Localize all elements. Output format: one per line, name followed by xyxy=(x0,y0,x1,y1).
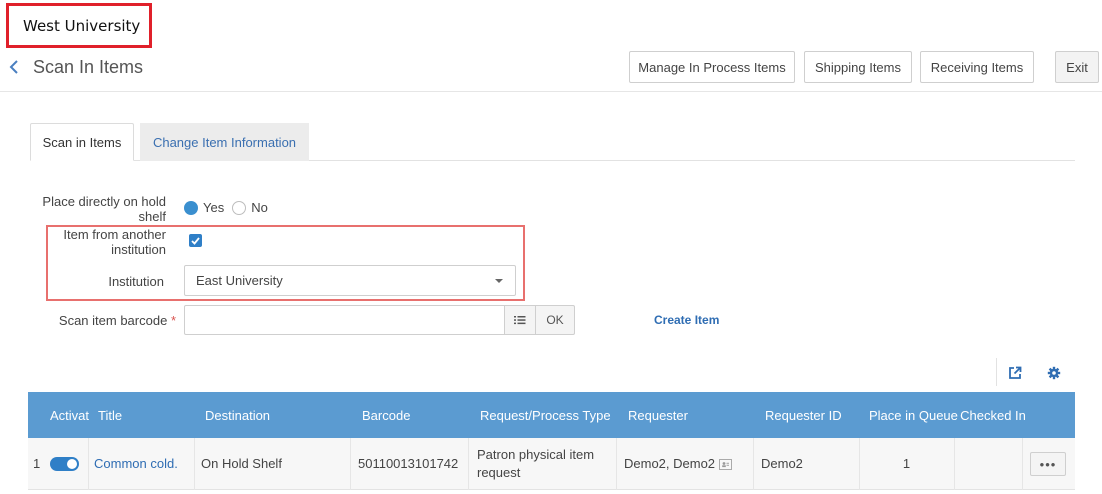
create-item-link[interactable]: Create Item xyxy=(654,313,719,327)
requester-name[interactable]: Demo2, Demo2 xyxy=(624,455,715,473)
institution-label: West University xyxy=(6,3,152,48)
contact-card-icon[interactable] xyxy=(719,458,733,470)
barcode-label-text: Scan item barcode xyxy=(58,313,168,328)
cell-divider xyxy=(1022,438,1023,490)
hold-shelf-no-label: No xyxy=(251,200,268,215)
column-header-requester[interactable]: Requester xyxy=(628,392,688,438)
table-row[interactable]: 1 Common cold. On Hold Shelf 50110013101… xyxy=(28,438,1075,490)
hold-shelf-label: Place directly on hold shelf xyxy=(42,194,166,224)
cell-divider xyxy=(468,438,469,490)
other-institution-label: Item from another institution xyxy=(63,227,166,257)
barcode-input[interactable] xyxy=(184,305,505,335)
other-institution-checkbox[interactable] xyxy=(189,234,202,247)
institution-select[interactable]: East University xyxy=(184,265,516,296)
row-actions-button[interactable]: ••• xyxy=(1030,452,1066,476)
exit-button[interactable]: Exit xyxy=(1055,51,1099,83)
shipping-items-button[interactable]: Shipping Items xyxy=(804,51,912,83)
checkmark-icon xyxy=(191,236,200,245)
institution-select-value: East University xyxy=(196,273,283,288)
back-arrow-icon[interactable] xyxy=(5,56,23,78)
requester-cell: Demo2, Demo2 xyxy=(624,438,733,490)
gear-icon[interactable] xyxy=(1044,363,1064,383)
toggle-knob xyxy=(67,459,77,469)
column-header-destination[interactable]: Destination xyxy=(205,392,270,438)
request-type-cell: Patron physical item request xyxy=(477,447,595,480)
required-mark: * xyxy=(170,313,176,328)
cell-divider xyxy=(616,438,617,490)
active-toggle[interactable] xyxy=(50,457,79,471)
table-header: Activat Title Destination Barcode Reques… xyxy=(28,392,1075,438)
ok-button[interactable]: OK xyxy=(535,305,575,335)
place-in-queue-cell: 1 xyxy=(902,456,911,471)
title-link[interactable]: Common cold. xyxy=(94,438,178,490)
column-header-checked-in[interactable]: Checked In xyxy=(960,392,1026,438)
hold-shelf-radio-group: Yes No xyxy=(184,200,276,215)
tab-change-item-information[interactable]: Change Item Information xyxy=(140,123,309,161)
receiving-items-button[interactable]: Receiving Items xyxy=(920,51,1034,83)
page-header: Scan In Items Manage In Process Items Sh… xyxy=(0,50,1102,92)
cell-divider xyxy=(350,438,351,490)
cell-divider xyxy=(194,438,195,490)
list-icon xyxy=(514,316,526,325)
cell-divider xyxy=(88,438,89,490)
barcode-cell: 50110013101742 xyxy=(358,456,459,471)
column-header-title[interactable]: Title xyxy=(98,392,122,438)
institution-field-label: Institution xyxy=(108,274,164,289)
requester-id-cell: Demo2 xyxy=(761,456,803,471)
page-title: Scan In Items xyxy=(33,57,144,77)
column-header-place-in-queue[interactable]: Place in Queue xyxy=(869,392,958,438)
hold-shelf-yes-label: Yes xyxy=(203,200,225,215)
export-icon[interactable] xyxy=(1005,363,1025,383)
destination-cell: On Hold Shelf xyxy=(201,456,282,471)
column-header-request-type[interactable]: Request/Process Type xyxy=(480,392,611,438)
column-header-barcode[interactable]: Barcode xyxy=(362,392,410,438)
barcode-label: Scan item barcode * xyxy=(40,313,176,328)
tab-scan-in-items[interactable]: Scan in Items xyxy=(30,123,134,161)
items-table: Activat Title Destination Barcode Reques… xyxy=(28,392,1075,490)
list-icon-button[interactable] xyxy=(504,305,536,335)
chevron-down-icon xyxy=(495,279,503,283)
column-header-requester-id[interactable]: Requester ID xyxy=(765,392,842,438)
cell-divider xyxy=(753,438,754,490)
tab-bar: Scan in Items Change Item Information xyxy=(30,123,1075,161)
manage-in-process-items-button[interactable]: Manage In Process Items xyxy=(629,51,795,83)
toolbar-divider xyxy=(996,358,997,386)
row-index: 1 xyxy=(33,456,41,471)
hold-shelf-yes-radio[interactable] xyxy=(184,200,198,215)
checked-in-cell xyxy=(954,438,1022,490)
hold-shelf-no-radio[interactable] xyxy=(232,200,247,215)
column-header-active[interactable]: Activat xyxy=(50,392,90,438)
